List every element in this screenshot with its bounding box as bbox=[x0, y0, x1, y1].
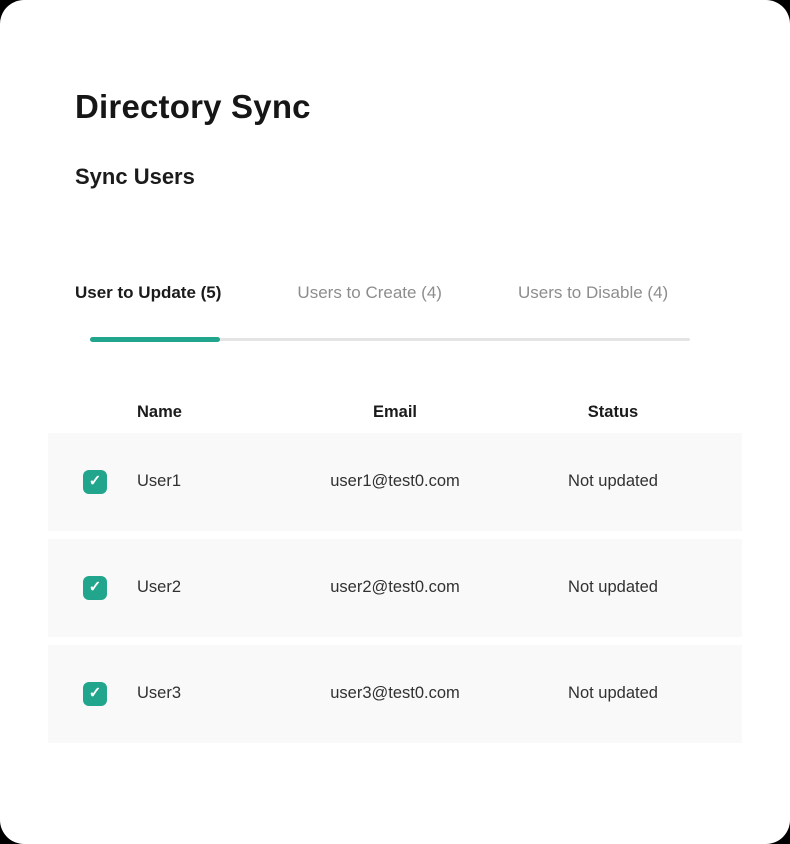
row-checkbox[interactable]: ✓ bbox=[83, 576, 107, 600]
user-name: User3 bbox=[137, 684, 297, 703]
user-status: Not updated bbox=[493, 472, 733, 491]
user-email: user3@test0.com bbox=[297, 684, 493, 703]
row-checkbox[interactable]: ✓ bbox=[83, 470, 107, 494]
table-row: ✓ User2 user2@test0.com Not updated bbox=[48, 539, 742, 637]
user-status: Not updated bbox=[493, 578, 733, 597]
checkmark-icon: ✓ bbox=[89, 686, 102, 701]
tab-users-to-create[interactable]: Users to Create (4) bbox=[297, 283, 442, 303]
tab-users-to-update[interactable]: User to Update (5) bbox=[75, 283, 221, 303]
table-row: ✓ User3 user3@test0.com Not updated bbox=[48, 645, 742, 743]
tab-users-to-disable[interactable]: Users to Disable (4) bbox=[518, 283, 668, 303]
directory-sync-panel: Directory Sync Sync Users User to Update… bbox=[0, 0, 790, 844]
tab-bar: User to Update (5) Users to Create (4) U… bbox=[75, 283, 790, 303]
tab-divider bbox=[90, 337, 690, 342]
user-email: user1@test0.com bbox=[297, 472, 493, 491]
checkmark-icon: ✓ bbox=[89, 474, 102, 489]
users-table: Name Email Status ✓ User1 user1@test0.co… bbox=[48, 400, 742, 743]
page-title: Directory Sync bbox=[75, 0, 790, 127]
table-header: Name Email Status bbox=[48, 400, 742, 425]
user-status: Not updated bbox=[493, 684, 733, 703]
section-title: Sync Users bbox=[75, 164, 790, 190]
column-header-name: Name bbox=[137, 403, 297, 422]
checkmark-icon: ✓ bbox=[89, 580, 102, 595]
user-name: User1 bbox=[137, 472, 297, 491]
table-row: ✓ User1 user1@test0.com Not updated bbox=[48, 433, 742, 531]
user-email: user2@test0.com bbox=[297, 578, 493, 597]
column-header-email: Email bbox=[297, 403, 493, 422]
user-name: User2 bbox=[137, 578, 297, 597]
column-header-status: Status bbox=[493, 403, 733, 422]
row-checkbox[interactable]: ✓ bbox=[83, 682, 107, 706]
active-tab-indicator bbox=[90, 337, 220, 342]
